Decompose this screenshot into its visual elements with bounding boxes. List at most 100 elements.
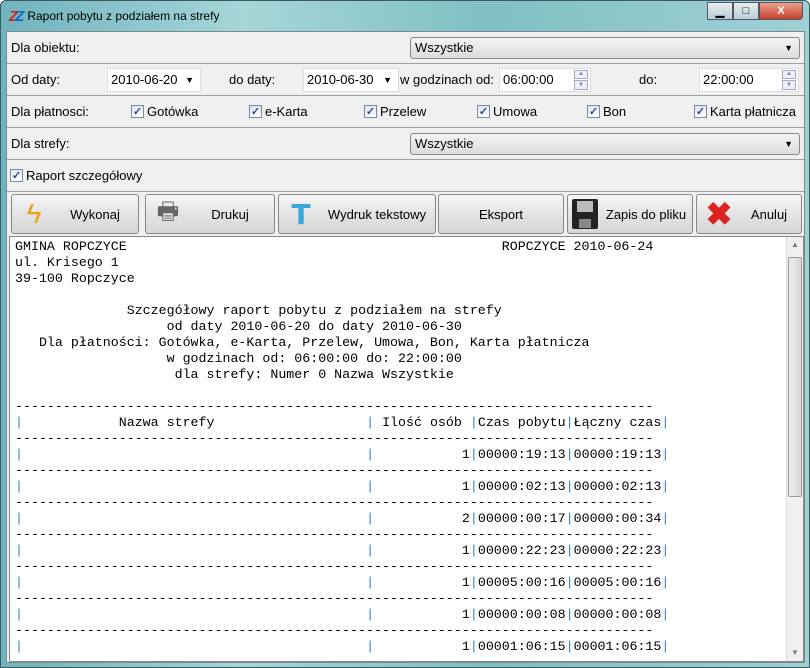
chevron-down-icon: ▼ [784, 138, 793, 149]
table-header: | Nazwa strefy | Ilość osób |Czas pobytu… [15, 415, 670, 430]
spin-up-icon[interactable]: ▲ [782, 69, 796, 79]
save-to-file-button[interactable]: Zapis do pliku [567, 194, 693, 234]
zone-value: Wszystkie [415, 136, 474, 151]
hours-from-label: w godzinach od: [400, 72, 494, 87]
save-label: Zapis do pliku [605, 206, 687, 222]
payment-checkbox-karta-platnicza[interactable]: ✓ Karta płatnicza [694, 104, 796, 119]
table-row: | | 1|00000:22:23|00000:22:23| [15, 543, 670, 558]
report-title-line: od daty 2010-06-20 do daty 2010-06-30 [15, 319, 462, 334]
table-row: | | 2|00000:00:17|00000:00:34| [15, 511, 670, 526]
execute-button[interactable]: ϟ Wykonaj [11, 194, 139, 234]
export-button[interactable]: Eksport [438, 194, 564, 234]
checkmark-icon: ✓ [364, 105, 377, 118]
lightning-icon: ϟ [26, 198, 42, 229]
checkbox-label: Przelew [380, 104, 427, 119]
hours-to-spinner[interactable]: ▲ ▼ [782, 69, 796, 90]
red-x-icon: ✖ [705, 196, 733, 232]
vertical-scrollbar[interactable]: ▲ ▼ [786, 237, 803, 661]
text-t-icon: T [291, 197, 311, 231]
checkmark-icon: ✓ [10, 169, 23, 182]
payment-checkbox-bon[interactable]: ✓ Bon [587, 104, 626, 119]
payment-checkbox-ekarta[interactable]: ✓ e-Karta [249, 104, 308, 119]
payment-checkbox-przelew[interactable]: ✓ Przelew [364, 104, 426, 119]
spin-down-icon[interactable]: ▼ [574, 80, 588, 90]
report-title-line: dla strefy: Numer 0 Nazwa Wszystkie [15, 367, 454, 382]
separator-line: ----------------------------------------… [15, 463, 654, 478]
checkmark-icon: ✓ [477, 105, 490, 118]
zone-label: Dla strefy: [11, 136, 70, 151]
payment-checkbox-gotowka[interactable]: ✓ Gotówka [131, 104, 198, 119]
table-row: | | 1|00000:02:13|00000:02:13| [15, 479, 670, 494]
chevron-down-icon: ▼ [784, 42, 793, 53]
object-select[interactable]: Wszystkie ▼ [410, 36, 800, 59]
report-title-line: Szczegółowy raport pobytu z podziałem na… [15, 303, 502, 318]
hours-to-input[interactable]: 22:00:00 ▲ ▼ [699, 67, 799, 92]
app-logo-icon: ZZ [9, 7, 24, 25]
hours-from-spinner[interactable]: ▲ ▼ [574, 69, 588, 90]
hours-to-label: do: [639, 72, 658, 87]
from-date-label: Od daty: [11, 72, 61, 87]
floppy-disk-icon [570, 197, 600, 231]
report-title-line: w godzinach od: 06:00:00 do: 22:00:00 [15, 351, 462, 366]
checkmark-icon: ✓ [587, 105, 600, 118]
report-preview[interactable]: GMINA ROPCZYCE ROPCZYCE 2010-06-24 ul. Kr… [9, 236, 804, 662]
chevron-down-icon: ▼ [383, 74, 392, 85]
table-row: | | 1|00000:00:08|00000:00:08| [15, 607, 670, 622]
separator-line: ----------------------------------------… [15, 431, 654, 446]
to-date-label: do daty: [229, 72, 276, 87]
detailed-report-checkbox[interactable]: ✓ Raport szczegółowy [10, 168, 142, 183]
from-date-picker[interactable]: 2010-06-20 ▼ [107, 67, 201, 92]
separator-line: ----------------------------------------… [15, 495, 654, 510]
payment-label: Dla płatnosci: [11, 104, 90, 119]
zone-row: Dla strefy: Wszystkie ▼ [7, 128, 804, 160]
close-button[interactable]: X [759, 2, 803, 20]
cancel-label: Anuluj [750, 206, 788, 222]
object-value: Wszystkie [415, 40, 474, 55]
payment-row: Dla płatnosci: ✓ Gotówka ✓ e-Karta ✓ Przele… [7, 96, 804, 128]
text-print-label: Wydruk tekstowy [327, 206, 427, 222]
checkbox-label: Karta płatnicza [710, 104, 796, 119]
report-text: GMINA ROPCZYCE ROPCZYCE 2010-06-24 ul. Kr… [15, 239, 669, 655]
checkmark-icon: ✓ [694, 105, 707, 118]
client-area: Dla obiektu: Wszystkie ▼ Od daty: 2010-06… [6, 31, 805, 663]
spin-up-icon[interactable]: ▲ [574, 69, 588, 79]
separator-line: ----------------------------------------… [15, 399, 654, 414]
zone-select[interactable]: Wszystkie ▼ [410, 132, 800, 155]
scroll-down-icon[interactable]: ▼ [787, 645, 803, 661]
maximize-button[interactable]: □ [733, 2, 759, 20]
report-header-line: ul. Krisego 1 [15, 255, 119, 270]
to-date-value: 2010-06-30 [307, 72, 374, 87]
print-button[interactable]: 🖶 Drukuj [145, 194, 275, 234]
spin-down-icon[interactable]: ▼ [782, 80, 796, 90]
object-label: Dla obiektu: [11, 40, 80, 55]
minimize-button[interactable]: ▁ [707, 2, 733, 20]
separator-line: ----------------------------------------… [15, 623, 654, 638]
checkbox-label: Gotówka [147, 104, 199, 119]
report-window: ZZ Raport pobytu z podziałem na strefy ▁… [0, 0, 810, 668]
checkbox-label: Umowa [493, 104, 538, 119]
payment-checkbox-umowa[interactable]: ✓ Umowa [477, 104, 537, 119]
checkmark-icon: ✓ [131, 105, 144, 118]
cancel-button[interactable]: ✖ Anuluj [696, 194, 802, 234]
table-row: | | 1|00001:06:15|00001:06:15| [15, 639, 670, 654]
object-row: Dla obiektu: Wszystkie ▼ [7, 32, 804, 64]
chevron-down-icon: ▼ [185, 74, 194, 85]
report-title-line: Dla płatności: Gotówka, e-Karta, Przelew… [15, 335, 590, 350]
scroll-up-icon[interactable]: ▲ [787, 237, 803, 253]
separator-line: ----------------------------------------… [15, 527, 654, 542]
window-title: Raport pobytu z podziałem na strefy [27, 9, 220, 23]
hours-from-input[interactable]: 06:00:00 ▲ ▼ [499, 67, 591, 92]
execute-label: Wykonaj [70, 206, 120, 222]
hours-to-value: 22:00:00 [703, 72, 754, 87]
text-print-button[interactable]: T Wydruk tekstowy [278, 194, 436, 234]
separator-line: ----------------------------------------… [15, 559, 654, 574]
scrollbar-thumb[interactable] [788, 257, 802, 497]
checkmark-icon: ✓ [249, 105, 262, 118]
checkbox-label: Raport szczegółowy [26, 168, 143, 183]
to-date-picker[interactable]: 2010-06-30 ▼ [303, 67, 399, 92]
date-row: Od daty: 2010-06-20 ▼ do daty: 2010-06-30… [7, 64, 804, 96]
report-header-line: GMINA ROPCZYCE ROPCZYCE 2010-06-24 [15, 239, 654, 254]
from-date-value: 2010-06-20 [111, 72, 178, 87]
